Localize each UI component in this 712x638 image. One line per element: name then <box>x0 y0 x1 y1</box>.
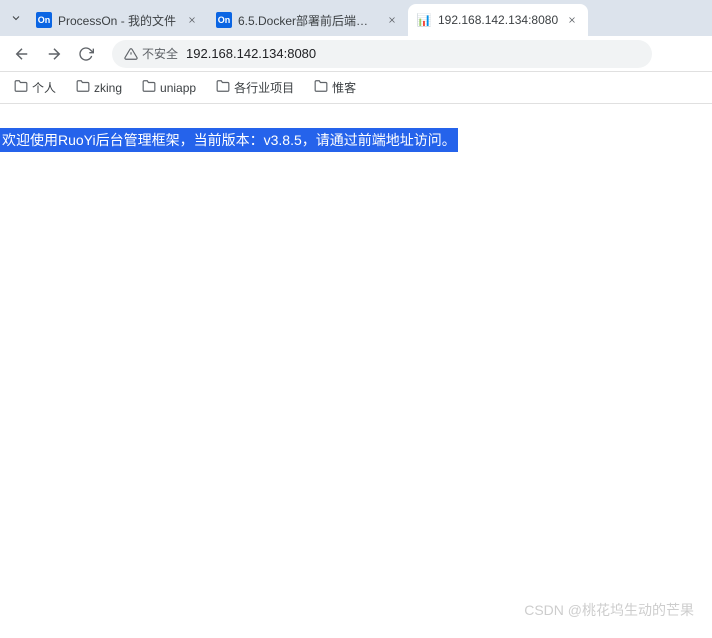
folder-icon <box>142 79 156 96</box>
tab-close-button-2[interactable] <box>564 12 580 28</box>
bookmarks-bar: 个人 zking uniapp 各行业项目 惟客 <box>0 72 712 104</box>
tab-favicon-2: 📊 <box>416 12 432 28</box>
bookmark-label: uniapp <box>160 81 196 95</box>
page-content: 欢迎使用RuoYi后台管理框架，当前版本：v3.8.5，请通过前端地址访问。 <box>0 104 712 152</box>
forward-button[interactable] <box>40 40 68 68</box>
reload-button[interactable] <box>72 40 100 68</box>
security-warning-icon: 不安全 <box>124 45 178 62</box>
folder-icon <box>14 79 28 96</box>
tab-bar: On ProcessOn - 我的文件 On 6.5.Docker部署前后端分离项目 📊… <box>0 0 712 36</box>
folder-icon <box>216 79 230 96</box>
security-label: 不安全 <box>142 45 178 62</box>
tab-dropdown-button[interactable] <box>4 6 28 30</box>
back-button[interactable] <box>8 40 36 68</box>
bookmark-label: 个人 <box>32 79 56 96</box>
bookmark-0[interactable]: 个人 <box>8 75 62 100</box>
welcome-message: 欢迎使用RuoYi后台管理框架，当前版本：v3.8.5，请通过前端地址访问。 <box>0 128 458 152</box>
bookmark-label: 各行业项目 <box>234 79 294 96</box>
bookmark-3[interactable]: 各行业项目 <box>210 75 300 100</box>
bookmark-1[interactable]: zking <box>70 75 128 100</box>
toolbar: 不安全 192.168.142.134:8080 <box>0 36 712 72</box>
tab-title-1: 6.5.Docker部署前后端分离项目 <box>238 12 380 29</box>
folder-icon <box>76 79 90 96</box>
tab-2[interactable]: 📊 192.168.142.134:8080 <box>408 4 588 36</box>
bookmark-label: zking <box>94 81 122 95</box>
tab-title-2: 192.168.142.134:8080 <box>438 13 560 27</box>
tab-title-0: ProcessOn - 我的文件 <box>58 12 180 29</box>
bookmark-2[interactable]: uniapp <box>136 75 202 100</box>
tab-favicon-1: On <box>216 12 232 28</box>
tab-close-button-0[interactable] <box>184 12 200 28</box>
tab-1[interactable]: On 6.5.Docker部署前后端分离项目 <box>208 4 408 36</box>
watermark: CSDN @桃花坞生动的芒果 <box>524 600 694 620</box>
tab-close-button-1[interactable] <box>384 12 400 28</box>
tab-favicon-0: On <box>36 12 52 28</box>
address-bar[interactable]: 不安全 192.168.142.134:8080 <box>112 40 652 68</box>
folder-icon <box>314 79 328 96</box>
bookmark-4[interactable]: 惟客 <box>308 75 362 100</box>
bookmark-label: 惟客 <box>332 79 356 96</box>
tab-0[interactable]: On ProcessOn - 我的文件 <box>28 4 208 36</box>
url-text: 192.168.142.134:8080 <box>186 46 316 61</box>
